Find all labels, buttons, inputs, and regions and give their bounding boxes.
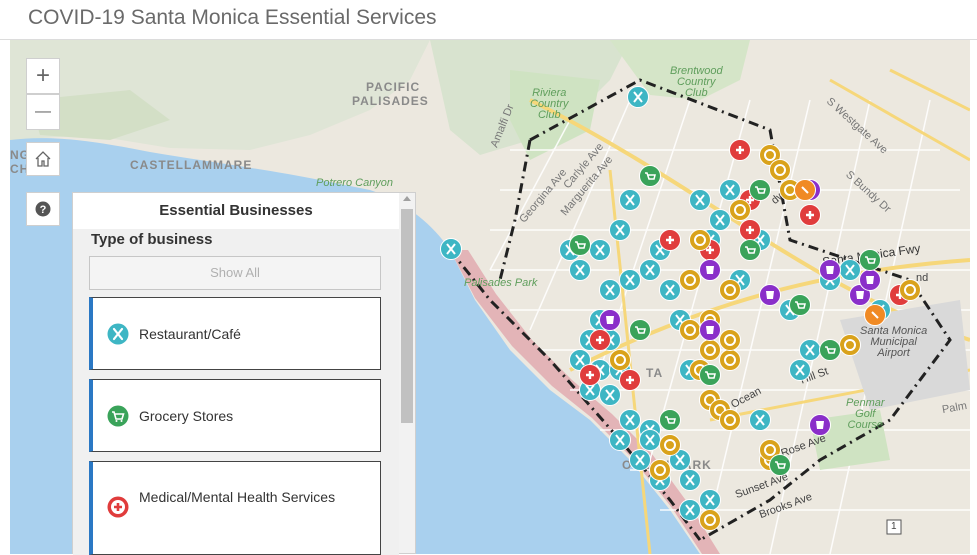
category-label: Restaurant/Café [139, 326, 241, 342]
bank-marker[interactable] [679, 319, 701, 341]
grocery-marker[interactable] [629, 319, 651, 341]
medical-marker[interactable] [799, 204, 821, 226]
restaurant-marker[interactable] [679, 499, 701, 521]
panel-title: Essential Businesses [159, 202, 313, 219]
grocery-marker[interactable] [789, 294, 811, 316]
grocery-marker[interactable] [769, 454, 791, 476]
restaurant-marker[interactable] [719, 179, 741, 201]
home-icon [35, 151, 51, 167]
pharmacy-marker[interactable] [819, 259, 841, 281]
home-button[interactable] [26, 142, 60, 176]
restaurant-marker[interactable] [609, 219, 631, 241]
restaurant-marker[interactable] [679, 469, 701, 491]
filter-heading: Type of business [91, 231, 213, 248]
grocery-cart-icon [107, 405, 129, 427]
restaurant-marker[interactable] [599, 384, 621, 406]
pharmacy-marker[interactable] [809, 414, 831, 436]
bank-marker[interactable] [609, 349, 631, 371]
app-header: COVID-19 Santa Monica Essential Services [0, 0, 977, 40]
pharmacy-marker[interactable] [699, 319, 721, 341]
panel-header: Essential Businesses [73, 193, 399, 229]
help-button[interactable]: ? [26, 192, 60, 226]
medical-cross-icon [107, 496, 129, 518]
restaurant-marker[interactable] [709, 209, 731, 231]
bank-marker[interactable] [699, 339, 721, 361]
bank-marker[interactable] [729, 199, 751, 221]
category-restaurant-card[interactable]: Restaurant/Café [89, 297, 381, 370]
restaurant-marker[interactable] [639, 429, 661, 451]
help-icon: ? [35, 201, 51, 217]
restaurant-marker[interactable] [589, 239, 611, 261]
bank-marker[interactable] [679, 269, 701, 291]
medical-marker[interactable] [619, 369, 641, 391]
restaurant-marker[interactable] [619, 409, 641, 431]
pharmacy-marker[interactable] [699, 259, 721, 281]
other-marker[interactable] [794, 179, 816, 201]
category-medical-card[interactable]: Medical/Mental Health Services [89, 461, 381, 555]
restaurant-icon [107, 323, 129, 345]
restaurant-marker[interactable] [440, 238, 462, 260]
restaurant-marker[interactable] [659, 279, 681, 301]
restaurant-marker[interactable] [627, 86, 649, 108]
medical-marker[interactable] [589, 329, 611, 351]
scroll-up-arrow-icon[interactable] [403, 196, 411, 201]
panel-body: Type of business Show All Restaurant/Caf… [73, 229, 399, 555]
category-label: Medical/Mental Health Services [139, 489, 336, 505]
grocery-marker[interactable] [819, 339, 841, 361]
bank-marker[interactable] [899, 279, 921, 301]
restaurant-marker[interactable] [689, 189, 711, 211]
restaurant-marker[interactable] [789, 359, 811, 381]
panel-scrollbar[interactable] [399, 193, 415, 553]
bank-marker[interactable] [659, 434, 681, 456]
grocery-marker[interactable] [659, 409, 681, 431]
grocery-marker[interactable] [699, 364, 721, 386]
other-marker[interactable] [864, 304, 886, 326]
zoom-in-button[interactable]: + [26, 58, 60, 94]
restaurant-marker[interactable] [839, 259, 861, 281]
bank-marker[interactable] [769, 159, 791, 181]
bank-marker[interactable] [699, 509, 721, 531]
zoom-in-icon: + [35, 62, 50, 89]
category-label: Grocery Stores [139, 408, 234, 424]
medical-marker[interactable] [729, 139, 751, 161]
grocery-marker[interactable] [639, 165, 661, 187]
bank-marker[interactable] [649, 459, 671, 481]
bank-marker[interactable] [719, 279, 741, 301]
restaurant-marker[interactable] [639, 259, 661, 281]
medical-marker[interactable] [739, 219, 761, 241]
bank-marker[interactable] [719, 329, 741, 351]
restaurant-marker[interactable] [749, 409, 771, 431]
bank-marker[interactable] [719, 349, 741, 371]
grocery-marker[interactable] [859, 249, 881, 271]
medical-marker[interactable] [659, 229, 681, 251]
grocery-marker[interactable] [569, 234, 591, 256]
zoom-out-button[interactable]: — [26, 94, 60, 130]
essential-businesses-panel: Essential Businesses Type of business Sh… [72, 192, 416, 555]
restaurant-marker[interactable] [609, 429, 631, 451]
bank-marker[interactable] [719, 409, 741, 431]
restaurant-marker[interactable] [629, 449, 651, 471]
grocery-marker[interactable] [749, 179, 771, 201]
pharmacy-marker[interactable] [859, 269, 881, 291]
show-all-button[interactable]: Show All [89, 256, 381, 290]
scrollbar-thumb[interactable] [401, 209, 413, 423]
category-grocery-card[interactable]: Grocery Stores [89, 379, 381, 452]
svg-text:?: ? [40, 204, 47, 216]
medical-marker[interactable] [579, 364, 601, 386]
restaurant-marker[interactable] [799, 339, 821, 361]
pharmacy-marker[interactable] [599, 309, 621, 331]
pharmacy-marker[interactable] [759, 284, 781, 306]
restaurant-marker[interactable] [619, 269, 641, 291]
restaurant-marker[interactable] [599, 279, 621, 301]
restaurant-marker[interactable] [569, 259, 591, 281]
bank-marker[interactable] [839, 334, 861, 356]
restaurant-marker[interactable] [699, 489, 721, 511]
bank-marker[interactable] [689, 229, 711, 251]
zoom-out-icon: — [35, 103, 51, 120]
grocery-marker[interactable] [739, 239, 761, 261]
app-title: COVID-19 Santa Monica Essential Services [28, 6, 437, 29]
restaurant-marker[interactable] [619, 189, 641, 211]
